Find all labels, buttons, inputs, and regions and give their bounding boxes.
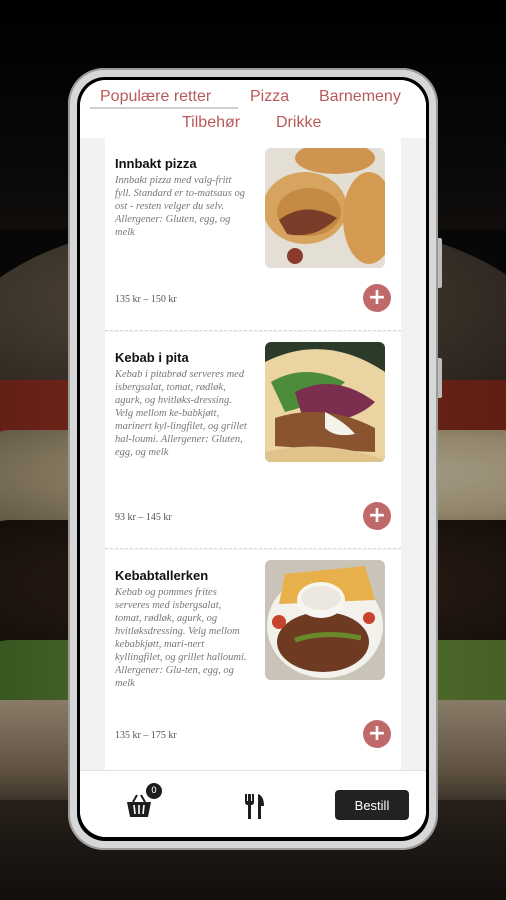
menu-item-card[interactable]: Kebabtallerken Kebab og pommes frites se… [105, 550, 401, 770]
tab-barnemeny[interactable]: Barnemeny [319, 88, 401, 106]
tab-populaere-retter[interactable]: Populære retter [100, 88, 211, 106]
phone-frame: Populære retter Pizza Barnemeny Tilbehør… [68, 68, 442, 850]
menu-item-description: Kebab i pitabrød serveres med isbergsala… [115, 369, 247, 458]
bottom-bar: 0 Bestill [80, 770, 426, 837]
tab-pizza[interactable]: Pizza [250, 88, 289, 106]
plus-circle-icon[interactable]: + [363, 720, 391, 748]
kebab-pita-photo [265, 342, 385, 462]
menu-item-price: 93 kr – 145 kr [115, 512, 172, 523]
cart-count-badge: 0 [146, 783, 162, 799]
kebab-plate-photo [265, 560, 385, 680]
plus-circle-icon[interactable]: + [363, 284, 391, 312]
menu-item-card[interactable]: Kebab i pita Kebab i pitabrød serveres m… [105, 332, 401, 549]
tab-tilbehor[interactable]: Tilbehør [182, 114, 240, 132]
order-button[interactable]: Bestill [335, 790, 409, 820]
calzone-photo [265, 148, 385, 268]
menu-item-name: Kebab i pita [115, 350, 189, 365]
menu-item-name: Innbakt pizza [115, 156, 197, 171]
fork-knife-icon[interactable] [242, 792, 266, 820]
active-tab-indicator [90, 107, 238, 109]
menu-item-description: Innbakt pizza med valg-fritt fyll. Stand… [115, 175, 245, 238]
app-screen: Populære retter Pizza Barnemeny Tilbehør… [80, 80, 426, 837]
tab-drikke[interactable]: Drikke [276, 114, 321, 132]
plus-circle-icon[interactable]: + [363, 502, 391, 530]
menu-item-card[interactable]: Innbakt pizza Innbakt pizza med valg-fri… [105, 138, 401, 331]
menu-item-price: 135 kr – 175 kr [115, 730, 177, 741]
menu-item-price: 135 kr – 150 kr [115, 294, 177, 305]
menu-list[interactable]: Innbakt pizza Innbakt pizza med valg-fri… [80, 138, 426, 770]
menu-item-description: Kebab og pommes frites serveres med isbe… [115, 587, 247, 689]
category-tabs: Populære retter Pizza Barnemeny Tilbehør… [80, 80, 426, 138]
menu-item-name: Kebabtallerken [115, 568, 209, 583]
